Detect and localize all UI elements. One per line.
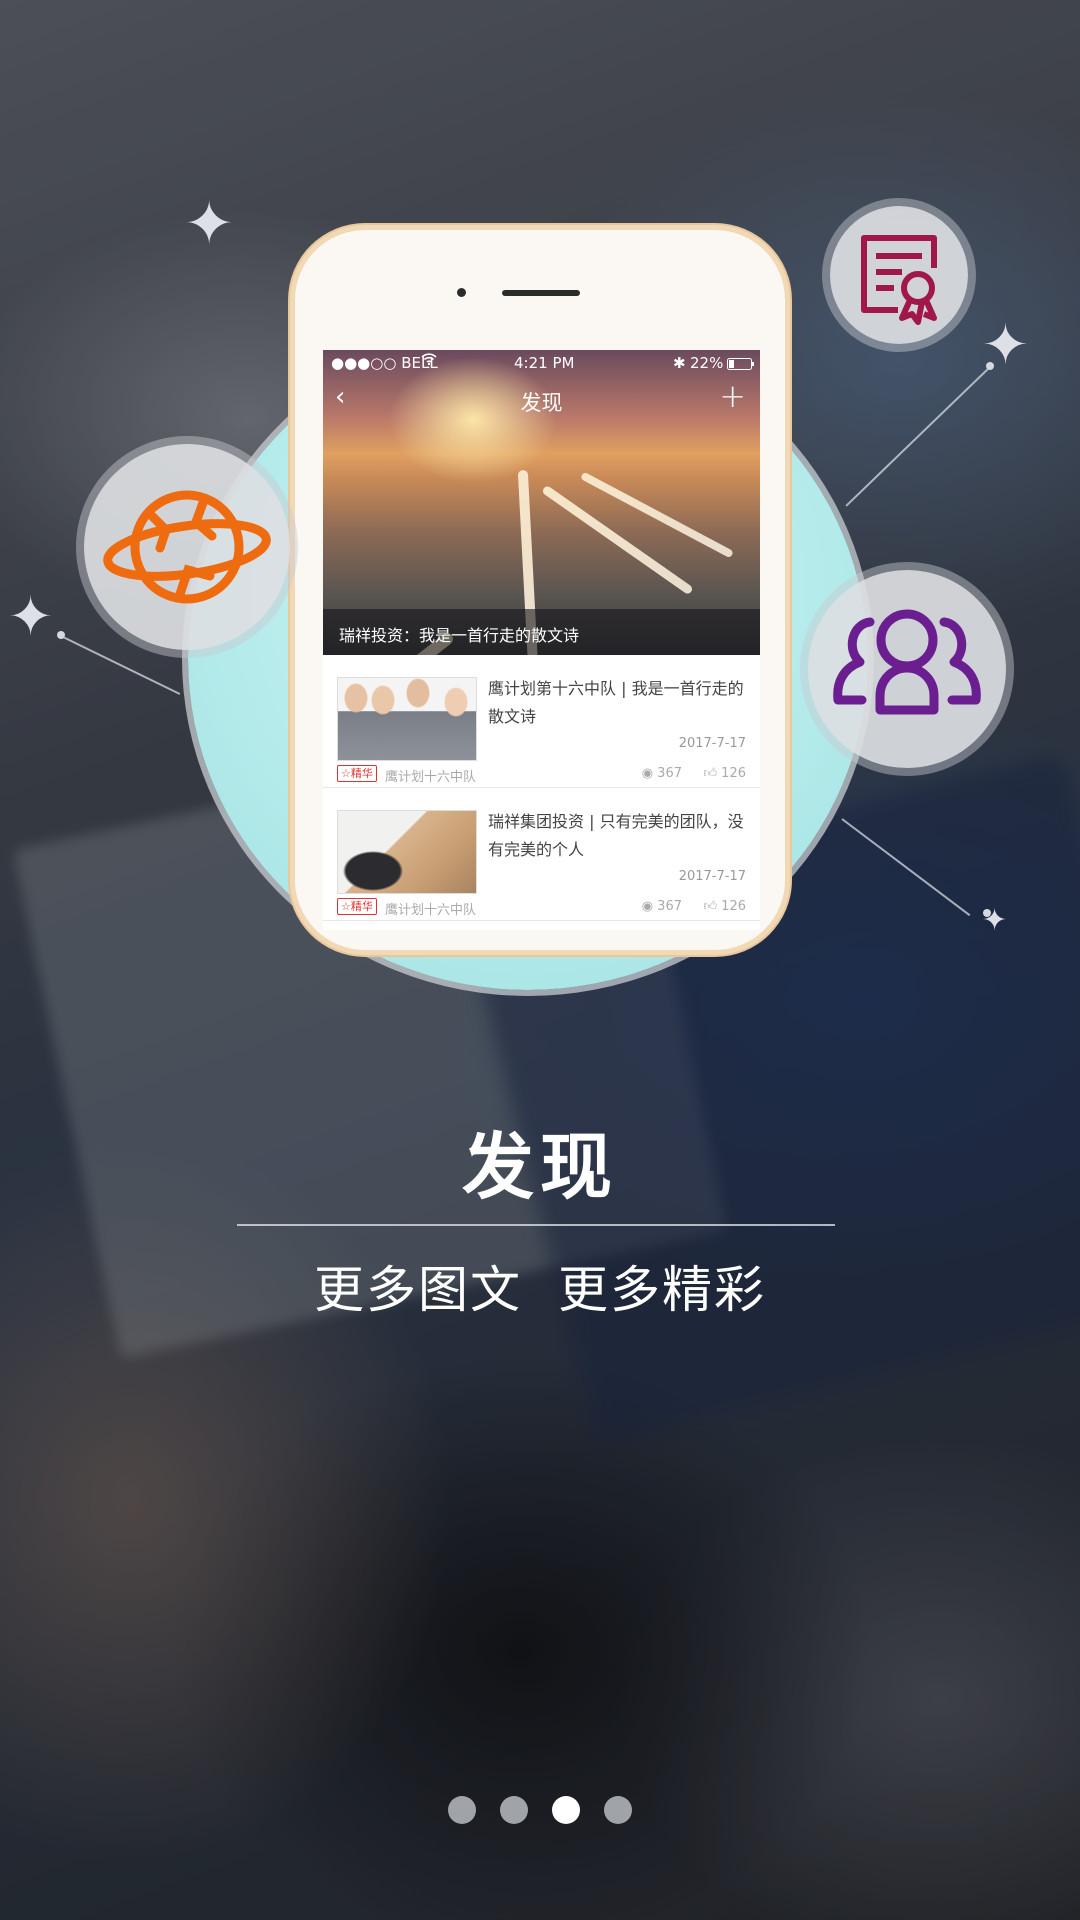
featured-badge: ☆精华 [337,898,377,915]
list-item[interactable]: 鹰计划第十六中队 | 我是一首行走的散文诗 2017-7-17 ☆精华 鹰计划十… [323,655,760,788]
article-list: 鹰计划第十六中队 | 我是一首行走的散文诗 2017-7-17 ☆精华 鹰计划十… [323,655,760,921]
pager-dot-active[interactable] [552,1796,580,1824]
views-count: ◉ 367 [641,766,682,781]
likes-count[interactable]: 👍︎ 126 [703,766,746,781]
page-title: 发现 [520,391,563,415]
thumbs-up-icon: 👍︎ [703,766,722,781]
subline-part: 更多图文 [314,1261,522,1319]
article-meta: ☆精华 鹰计划十六中队 ◉ 367 👍︎ 126 [337,765,746,785]
article-title: 鹰计划第十六中队 | 我是一首行走的散文诗 [488,679,744,726]
banner-caption-bar: 瑞祥投资：我是一首行走的散文诗 [323,609,760,655]
pager-dot[interactable] [448,1796,476,1824]
battery-icon [727,356,755,374]
page-indicator [0,1796,1080,1828]
plus-icon[interactable]: + [719,380,746,412]
time-label: 4:21 PM [514,354,575,372]
pager-dot[interactable] [500,1796,528,1824]
views-count: ◉ 367 [641,899,682,914]
wifi-icon [421,352,437,370]
featured-badge: ☆精华 [337,765,377,782]
decor-dot [57,631,65,639]
banner-caption: 瑞祥投资：我是一首行走的散文诗 [339,626,580,645]
group-bubble [808,570,1006,768]
article-date: 2017-7-17 [678,736,746,751]
planet-icon [103,490,271,604]
likes-count[interactable]: 👍︎ 126 [703,899,746,914]
article-source: 鹰计划十六中队 [385,770,477,785]
article-thumbnail [337,677,477,761]
sparkle-icon: ✦ [982,313,1029,378]
headline-divider [237,1224,835,1226]
certificate-icon [861,235,937,325]
certificate-bubble [830,206,968,344]
banner-image[interactable]: ●●●○○ BELL 4:21 PM ✱ 22% ‹ 发现 + 瑞祥投资：我是一… [323,350,760,655]
page-subline: 更多图文 更多精彩 [0,1250,1080,1322]
group-icon [833,609,981,715]
sparkle-icon: ✦ [184,189,235,259]
phone-speaker [502,290,580,296]
page-headline: 发现 [461,1125,618,1209]
bluetooth-icon: ✱ [673,354,686,372]
eye-icon: ◉ [641,766,658,781]
list-item[interactable]: 瑞祥集团投资 | 只有完美的团队，没有完美的个人 2017-7-17 ☆精华 鹰… [323,788,760,921]
battery-label: 22% [690,354,724,372]
article-source: 鹰计划十六中队 [385,903,477,918]
status-bar: ●●●○○ BELL 4:21 PM ✱ 22% [323,350,760,374]
article-date: 2017-7-17 [678,869,746,884]
nav-bar: ‹ 发现 + [323,374,760,424]
phone-camera [457,288,466,297]
planet-bubble [84,444,290,650]
article-thumbnail [337,810,477,894]
eye-icon: ◉ [641,899,658,914]
article-meta: ☆精华 鹰计划十六中队 ◉ 367 👍︎ 126 [337,898,746,918]
pager-dot[interactable] [604,1796,632,1824]
phone-screen: ●●●○○ BELL 4:21 PM ✱ 22% ‹ 发现 + 瑞祥投资：我是一… [323,350,760,930]
sparkle-icon: ✦ [8,585,54,648]
sparkle-icon: ✦ [982,903,1008,938]
thumbs-up-icon: 👍︎ [703,899,722,914]
phone-side-button [289,356,294,402]
article-title: 瑞祥集团投资 | 只有完美的团队，没有完美的个人 [488,812,744,859]
subline-part: 更多精彩 [558,1261,766,1319]
